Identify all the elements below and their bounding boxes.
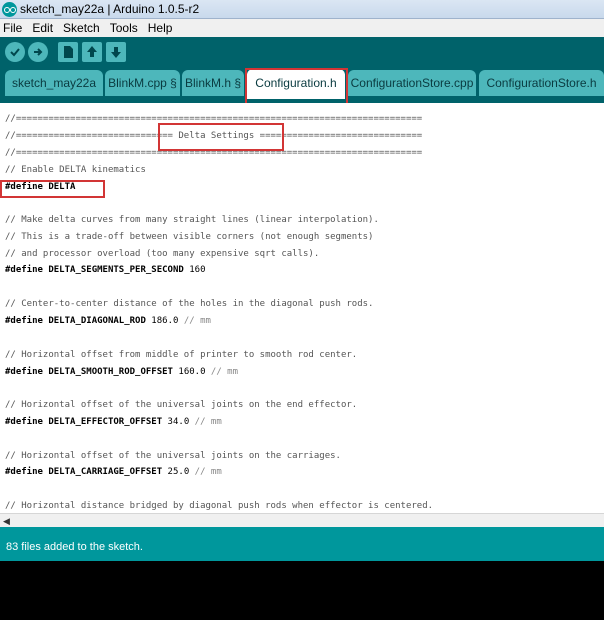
arrow-right-icon (34, 48, 43, 56)
code-token: 186.0 (145, 316, 179, 326)
code-line: // Center-to-center distance of the hole… (5, 299, 374, 309)
code-editor[interactable]: //======================================… (0, 103, 604, 513)
open-arrow-up-icon (87, 46, 97, 57)
status-message: 83 files added to the sketch. (6, 541, 143, 553)
new-file-icon (64, 46, 73, 58)
menu-file[interactable]: File (3, 21, 22, 35)
code-line: #define DELTA_EFFECTOR_OFFSET 34.0 // mm (5, 417, 222, 428)
code-token: #define DELTA_CARRIAGE_OFFSET (5, 467, 163, 477)
window-title: sketch_may22a | Arduino 1.0.5-r2 (20, 2, 200, 16)
code-line: // Horizontal offset of the universal jo… (5, 400, 358, 410)
menu-bar: File Edit Sketch Tools Help (0, 19, 604, 37)
tab-configurationstore-cpp[interactable]: ConfigurationStore.cpp (348, 70, 476, 96)
menu-edit[interactable]: Edit (32, 21, 53, 35)
code-line: #define DELTA_SMOOTH_ROD_OFFSET 160.0 //… (5, 367, 238, 378)
save-button[interactable] (106, 42, 126, 62)
code-token: #define DELTA_DIAGONAL_ROD (5, 316, 146, 326)
code-token: #define DELTA_SMOOTH_ROD_OFFSET (5, 367, 173, 377)
code-line: // Horizontal offset from middle of prin… (5, 350, 358, 360)
code-line: #define DELTA_DIAGONAL_ROD 186.0 // mm (5, 316, 211, 327)
code-token: 160 (183, 265, 206, 275)
code-line: #define DELTA_SEGMENTS_PER_SECOND 160 (5, 265, 206, 276)
title-bar: sketch_may22a | Arduino 1.0.5-r2 (0, 0, 604, 19)
code-token: // mm (189, 417, 222, 427)
code-line: // This is a trade-off between visible c… (5, 232, 374, 242)
delta-settings-highlight-box (158, 123, 284, 151)
code-token: #define DELTA_EFFECTOR_OFFSET (5, 417, 163, 427)
code-line: // Make delta curves from many straight … (5, 215, 379, 225)
code-token: // mm (178, 316, 211, 326)
toolbar (0, 37, 604, 67)
console-output (0, 561, 604, 620)
save-arrow-down-icon (111, 47, 121, 58)
upload-button[interactable] (28, 42, 48, 62)
menu-tools[interactable]: Tools (110, 21, 138, 35)
tab-configurationstore-h[interactable]: ConfigurationStore.h (479, 70, 604, 96)
tab-highlight-box (245, 68, 348, 105)
new-button[interactable] (58, 42, 78, 62)
scroll-left-icon[interactable]: ◀ (3, 516, 10, 527)
horizontal-scrollbar[interactable]: ◀ (0, 513, 604, 527)
code-token: 160.0 (172, 367, 206, 377)
define-delta-highlight-box (0, 180, 105, 198)
code-line: // and processor overload (too many expe… (5, 249, 320, 259)
verify-button[interactable] (5, 42, 25, 62)
open-button[interactable] (82, 42, 102, 62)
code-line: // Horizontal offset of the universal jo… (5, 451, 341, 461)
menu-help[interactable]: Help (148, 21, 173, 35)
code-token: // mm (189, 467, 222, 477)
tab-sketch-may22a[interactable]: sketch_may22a (5, 70, 103, 96)
menu-sketch[interactable]: Sketch (63, 21, 100, 35)
code-line: // Horizontal distance bridged by diagon… (5, 501, 434, 511)
tab-blinkm-h[interactable]: BlinkM.h § (182, 70, 244, 96)
tab-blinkm-cpp[interactable]: BlinkM.cpp § (105, 70, 180, 96)
code-line: #define DELTA_CARRIAGE_OFFSET 25.0 // mm (5, 467, 222, 478)
code-token: 34.0 (162, 417, 190, 427)
status-bar: 83 files added to the sketch. (0, 527, 604, 561)
code-line: // Enable DELTA kinematics (5, 165, 146, 175)
code-token: 25.0 (162, 467, 190, 477)
checkmark-icon (10, 48, 20, 57)
code-token: // mm (205, 367, 239, 377)
code-token: #define DELTA_SEGMENTS_PER_SECOND (5, 265, 184, 275)
arduino-logo-icon (2, 2, 17, 17)
